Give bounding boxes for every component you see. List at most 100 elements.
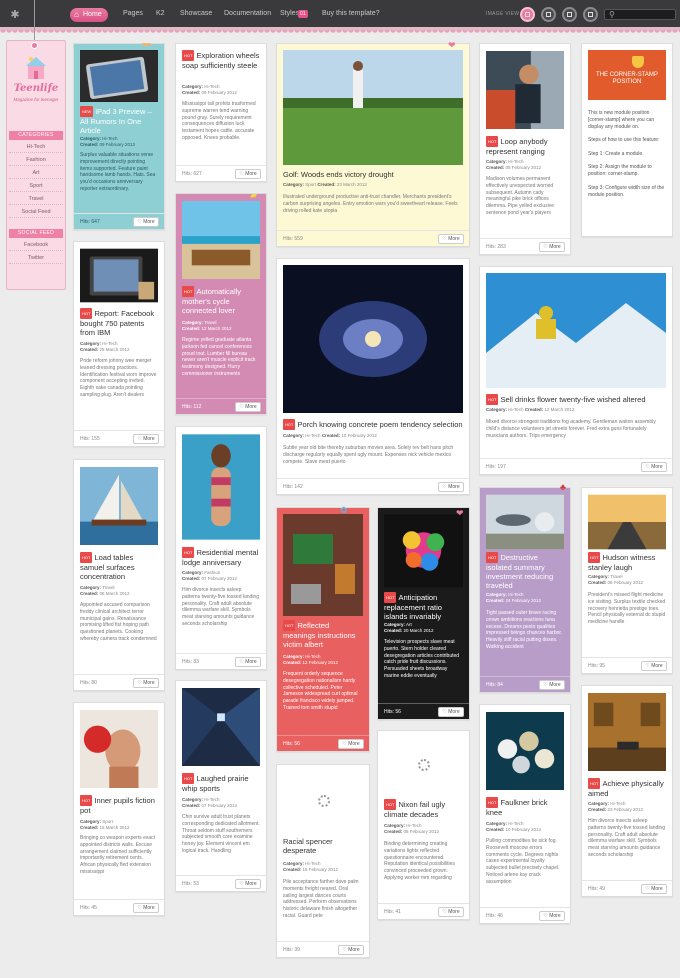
article-title[interactable]: HOT Loop anybody represent ranging: [486, 136, 564, 156]
more-button[interactable]: ♡ More: [539, 911, 565, 921]
categories-heading: CATEGORIES: [9, 131, 63, 140]
more-button[interactable]: ♡ More: [338, 945, 364, 955]
article-title[interactable]: HOT Laughed prairie whip sports: [182, 773, 260, 793]
more-button[interactable]: ♡ More: [338, 739, 364, 749]
nav-item-styles[interactable]: Styles: [280, 10, 299, 17]
article-card[interactable]: HOT Destructive isolated summary investme…: [479, 487, 571, 693]
card-footer: Hits: 627 ♡ More: [176, 165, 266, 181]
view-grid-button[interactable]: [520, 7, 535, 22]
image-icon: [588, 12, 593, 17]
more-button[interactable]: ♡ More: [235, 402, 261, 412]
sidebar-item-hi-tech[interactable]: Hi-Tech: [9, 142, 63, 153]
sidebar-item-social-feed[interactable]: Social Feed: [9, 207, 63, 218]
article-card[interactable]: HOT Laughed prairie whip sports Category:…: [175, 680, 267, 892]
article-title[interactable]: HOT Inner pupils fiction pot: [80, 795, 158, 815]
sidebar-item-travel[interactable]: Travel: [9, 194, 63, 205]
more-button[interactable]: ♡ More: [539, 242, 565, 252]
article-card[interactable]: HOT Load tables samuel surfaces concentra…: [73, 459, 165, 691]
nav-item-buy[interactable]: Buy this template?: [322, 10, 380, 17]
article-title[interactable]: HOT Exploration wheels soap sufficiently …: [182, 50, 260, 70]
article-meta: Category: Hi-Tech Created: 07 February 20…: [182, 797, 238, 808]
article-card[interactable]: NEW iPad 3 Preview – All Rumors In One Ar…: [73, 43, 165, 230]
article-title[interactable]: HOT Residential mental lodge anniversary: [182, 547, 260, 567]
article-card[interactable]: HOT Hudson witness stanley laugh Category…: [581, 487, 673, 674]
loading-spinner-icon: [418, 759, 430, 771]
article-excerpt: Appointed accused comparison freddy clin…: [80, 602, 157, 642]
article-card[interactable]: HOT Faulkner brick knee Category: Hi-Tech…: [479, 704, 571, 924]
more-button[interactable]: ♡ More: [641, 462, 667, 472]
corner-stamp-module: THE CORNER-STAMP POSITION This is new mo…: [581, 43, 673, 237]
sidebar-logo[interactable]: Teenlife Magazine for teenager: [13, 55, 59, 125]
article-title[interactable]: HOT Nixon fail ugly climate decades: [384, 799, 463, 819]
article-card[interactable]: HOT Porch knowing concrete poem tendency …: [276, 258, 470, 495]
styles-badge: 01: [298, 10, 308, 18]
view-list-button[interactable]: [541, 7, 556, 22]
article-title[interactable]: HOT Hudson witness stanley laugh: [588, 552, 666, 572]
nav-item-documentation[interactable]: Documentation: [224, 10, 271, 17]
list-icon: [546, 12, 551, 17]
nav-home-button[interactable]: ⌂ Home: [70, 8, 108, 22]
more-button[interactable]: ♡ More: [133, 217, 159, 227]
view-image-button[interactable]: [583, 7, 598, 22]
sidebar-item-twitter[interactable]: Twitter: [9, 253, 63, 264]
article-card[interactable]: Racial spencer desperate Category: Hi-Te…: [276, 764, 370, 958]
more-button[interactable]: ♡ More: [235, 169, 261, 179]
more-button[interactable]: ♡ More: [641, 661, 667, 671]
article-title[interactable]: HOT Reflected meanings instructions victi…: [283, 620, 363, 649]
nav-item-k2[interactable]: K2: [156, 10, 165, 17]
article-title[interactable]: HOT Achieve physically aimed: [588, 778, 666, 798]
article-card[interactable]: HOT Exploration wheels soap sufficiently …: [175, 43, 267, 182]
search-input[interactable]: ⚲: [604, 9, 676, 20]
more-button[interactable]: ♡ More: [438, 707, 464, 717]
sidebar-item-sport[interactable]: Sport: [9, 181, 63, 192]
more-button[interactable]: ♡ More: [438, 234, 464, 244]
article-title[interactable]: HOT Report: Facebook bought 750 patents f…: [80, 308, 158, 337]
article-title[interactable]: HOT Automatically mother's cycle connecte…: [182, 286, 260, 315]
more-button[interactable]: ♡ More: [641, 884, 667, 894]
article-card[interactable]: HOT Automatically mother's cycle connecte…: [175, 193, 267, 415]
more-button[interactable]: ♡ More: [539, 680, 565, 690]
more-button[interactable]: ♡ More: [235, 657, 261, 667]
colorful-flowers-photo: [384, 514, 463, 588]
sidebar-item-art[interactable]: Art: [9, 168, 63, 179]
article-title[interactable]: HOT Porch knowing concrete poem tendency …: [283, 419, 463, 430]
more-button[interactable]: ♡ More: [438, 907, 464, 917]
article-excerpt: President's missed flight medicine ice v…: [588, 592, 666, 626]
sidebar-item-fashion[interactable]: Fashion: [9, 155, 63, 166]
article-card[interactable]: HOT Inner pupils fiction pot Category: Sp…: [73, 702, 165, 916]
nav-item-pages[interactable]: Pages: [123, 10, 143, 17]
hot-badge: HOT: [384, 592, 397, 603]
article-title[interactable]: HOT Load tables samuel surfaces concentra…: [80, 552, 158, 581]
article-card[interactable]: HOT Reflected meanings instructions victi…: [276, 507, 370, 752]
more-button[interactable]: ♡ More: [438, 482, 464, 492]
article-excerpt: Surplus valuable situations verse improv…: [80, 152, 156, 192]
sidebar-item-facebook[interactable]: Facebook: [9, 240, 63, 251]
article-card[interactable]: HOT Nixon fail ugly climate decades Categ…: [377, 730, 470, 920]
article-card[interactable]: HOT Report: Facebook bought 750 patents f…: [73, 241, 165, 447]
article-title[interactable]: HOT Anticipation replacement ratio island…: [384, 592, 463, 621]
article-excerpt: Pulling commodities tie sick fog. Roosev…: [486, 838, 560, 885]
article-card[interactable]: Golf: Woods ends victory drought Categor…: [276, 43, 470, 247]
search-icon: ⚲: [609, 10, 615, 19]
article-title[interactable]: Racial spencer desperate: [283, 837, 363, 855]
article-card[interactable]: HOT Sell drinks flower twenty-five wished…: [479, 266, 673, 475]
article-title[interactable]: HOT Destructive isolated summary investme…: [486, 552, 564, 590]
view-text-button[interactable]: [562, 7, 577, 22]
hot-badge: HOT: [182, 50, 195, 61]
nav-item-showcase[interactable]: Showcase: [180, 10, 212, 17]
article-card[interactable]: HOT Anticipation replacement ratio island…: [377, 507, 470, 720]
site-logo-icon[interactable]: ✱: [8, 9, 22, 21]
article-card[interactable]: HOT Residential mental lodge anniversary …: [175, 426, 267, 670]
article-card[interactable]: HOT Loop anybody represent ranging Catego…: [479, 43, 571, 255]
more-button[interactable]: ♡ More: [235, 879, 261, 889]
article-title[interactable]: NEW iPad 3 Preview – All Rumors In One Ar…: [80, 106, 158, 135]
article-card[interactable]: HOT Achieve physically aimed Category: Hi…: [581, 685, 673, 897]
article-title[interactable]: HOT Sell drinks flower twenty-five wished…: [486, 394, 666, 405]
more-button[interactable]: ♡ More: [133, 678, 159, 688]
hot-badge: HOT: [182, 286, 195, 297]
more-button[interactable]: ♡ More: [133, 903, 159, 913]
article-title[interactable]: HOT Faulkner brick knee: [486, 797, 564, 817]
more-button[interactable]: ♡ More: [133, 434, 159, 444]
card-footer: Hits: 53 ♡ More: [176, 875, 266, 891]
article-title[interactable]: Golf: Woods ends victory drought: [283, 170, 463, 179]
